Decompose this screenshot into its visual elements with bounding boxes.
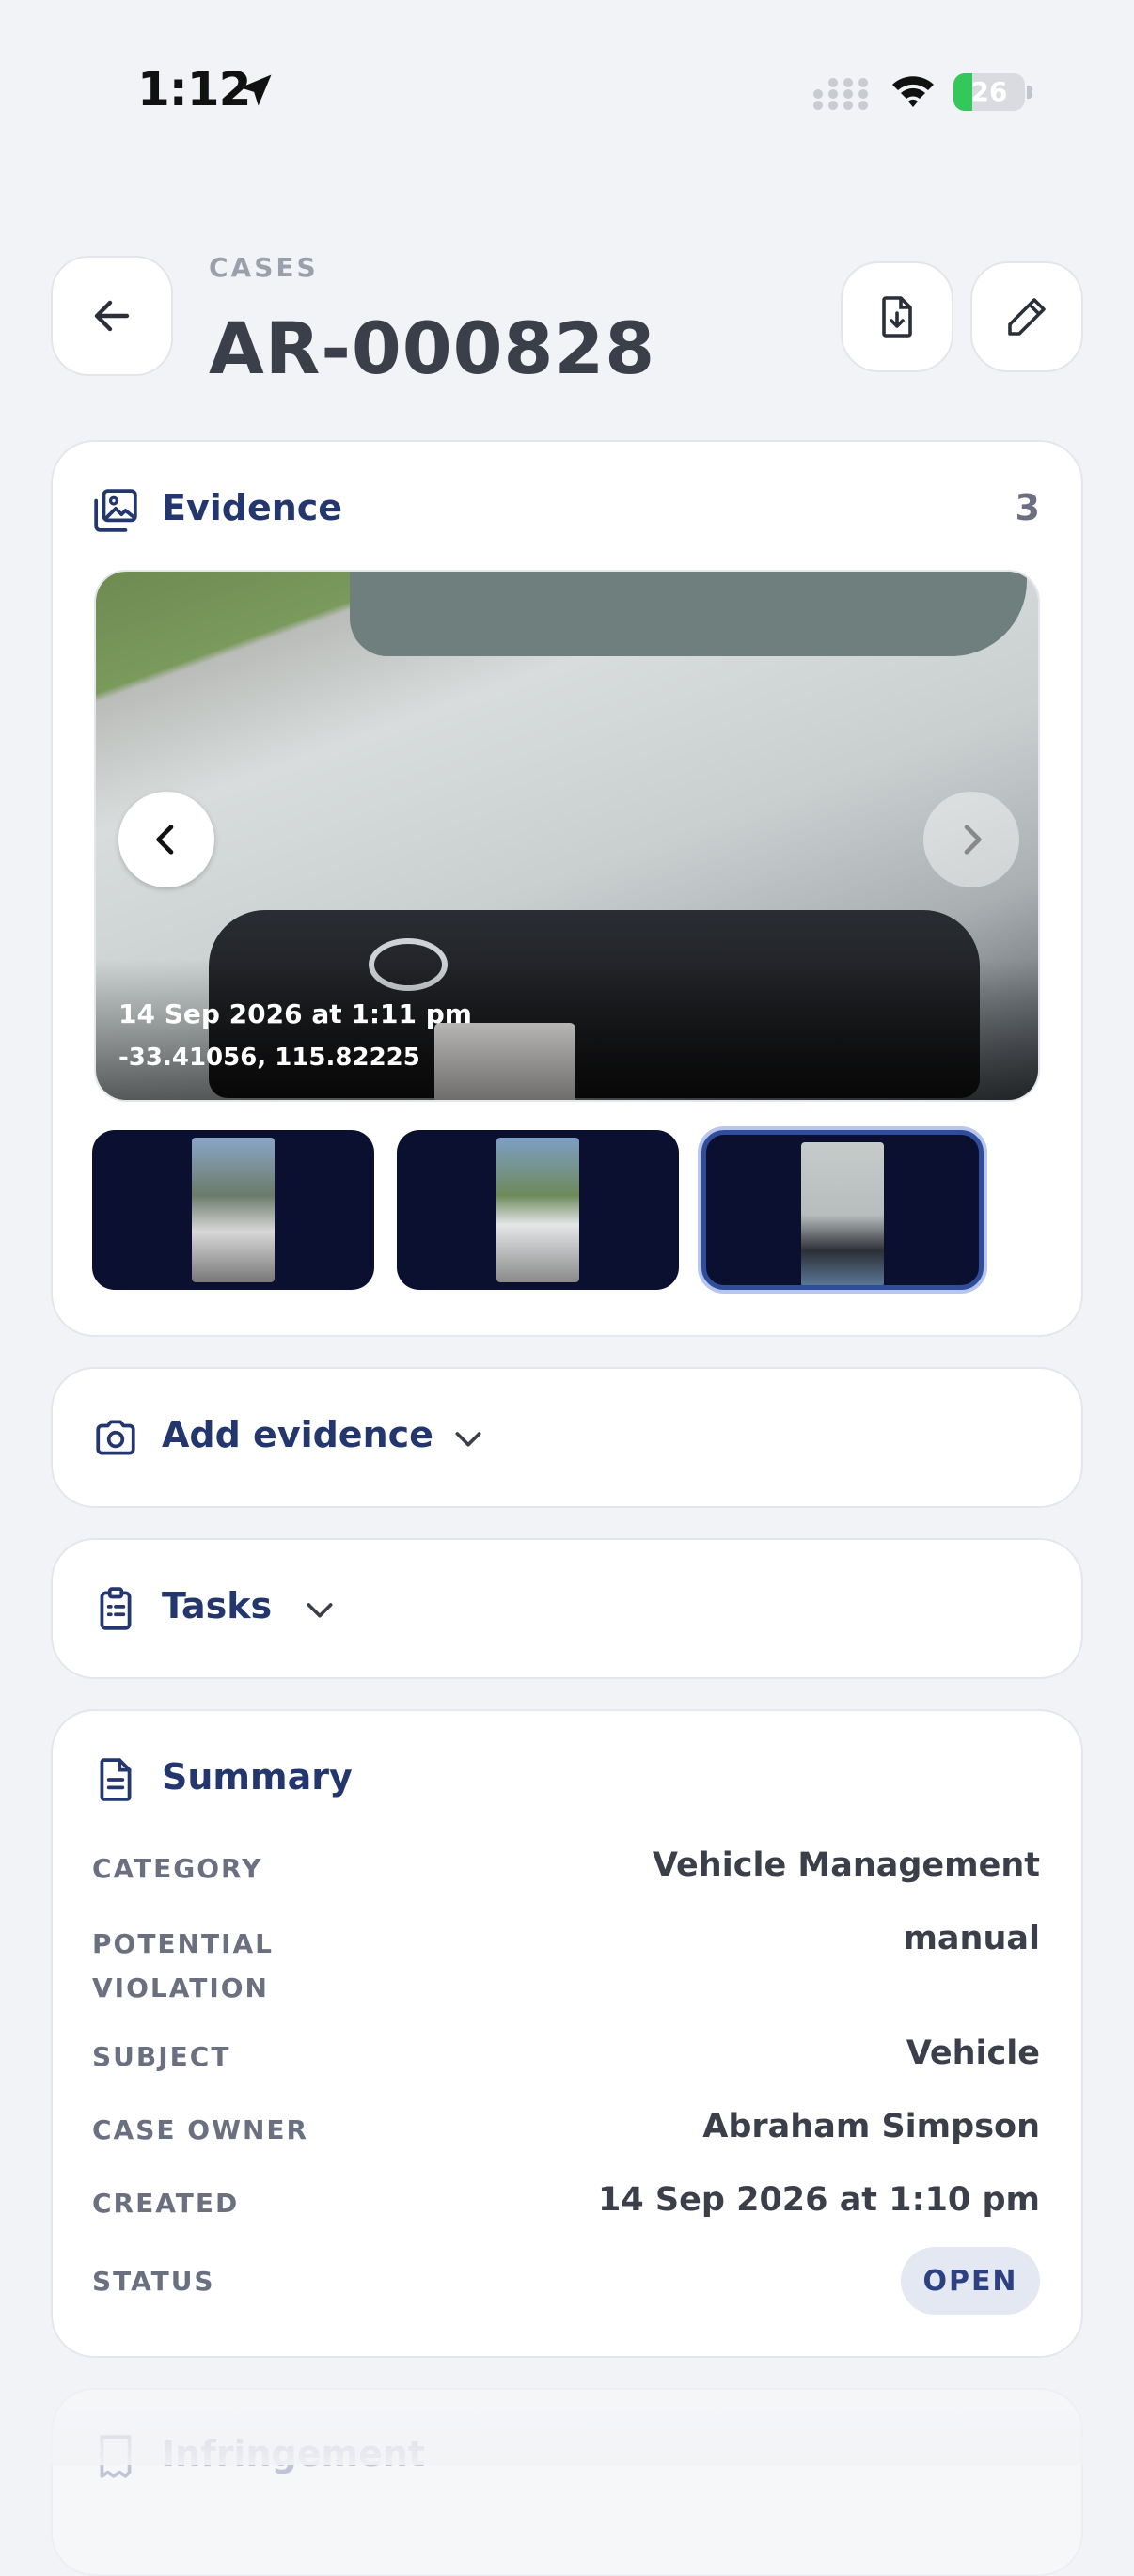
evidence-photo[interactable]: 14 Sep 2026 at 1:11 pm -33.41056, 115.82… <box>94 570 1040 1102</box>
pencil-icon <box>1008 298 1046 336</box>
wifi-icon <box>892 76 934 107</box>
evidence-thumbnail[interactable] <box>92 1130 374 1290</box>
battery-level: 26 <box>970 76 1008 107</box>
created-label: CREATED <box>92 2188 240 2219</box>
edit-button[interactable] <box>970 261 1083 372</box>
evidence-thumbnail[interactable] <box>397 1130 679 1290</box>
clipboard-icon <box>100 1587 132 1630</box>
chevron-down-icon[interactable] <box>301 1591 339 1628</box>
subject-label: SUBJECT <box>92 2041 231 2072</box>
potential-violation-label: POTENTIAL VIOLATION <box>92 1928 275 2003</box>
page-title: AR-000828 <box>209 306 656 390</box>
status-label: STATUS <box>92 2266 215 2297</box>
download-file-icon <box>882 296 912 338</box>
category-value: Vehicle Management <box>652 1846 1040 1884</box>
evidence-count: 3 <box>1015 487 1040 528</box>
photo-timestamp: 14 Sep 2026 at 1:11 pm <box>118 998 472 1029</box>
export-pdf-button[interactable] <box>841 261 953 372</box>
status-time: 1:12 <box>137 62 251 117</box>
case-owner-label: CASE OWNER <box>92 2114 309 2145</box>
gallery-icon <box>94 489 137 532</box>
camera-icon <box>96 1420 135 1455</box>
summary-title: Summary <box>162 1756 353 1798</box>
chevron-right-icon <box>964 825 982 855</box>
potential-violation-value: manual <box>903 1920 1040 1957</box>
evidence-title: Evidence <box>162 487 343 528</box>
breadcrumb[interactable]: CASES <box>209 252 319 283</box>
next-photo-button[interactable] <box>923 792 1019 887</box>
chevron-down-icon[interactable] <box>449 1420 487 1457</box>
evidence-thumbnail-selected[interactable] <box>701 1130 984 1290</box>
subject-value: Vehicle <box>906 2034 1040 2072</box>
tasks-label[interactable]: Tasks <box>162 1585 272 1626</box>
document-icon <box>100 1758 132 1801</box>
category-label: CATEGORY <box>92 1853 263 1884</box>
chevron-left-icon <box>156 825 174 855</box>
created-value: 14 Sep 2026 at 1:10 pm <box>598 2181 1040 2219</box>
location-arrow-icon <box>240 74 272 106</box>
battery-icon: 26 <box>953 73 1034 111</box>
previous-photo-button[interactable] <box>118 792 214 887</box>
back-button[interactable] <box>51 256 173 376</box>
status-badge: OPEN <box>901 2247 1040 2315</box>
case-owner-value: Abraham Simpson <box>702 2108 1040 2145</box>
scroll-fade <box>0 2369 1134 2465</box>
cellular-signal-icon <box>813 78 868 110</box>
photo-coordinates: -33.41056, 115.82225 <box>118 1044 420 1072</box>
back-arrow-icon <box>94 300 130 332</box>
add-evidence-label[interactable]: Add evidence <box>162 1414 433 1455</box>
